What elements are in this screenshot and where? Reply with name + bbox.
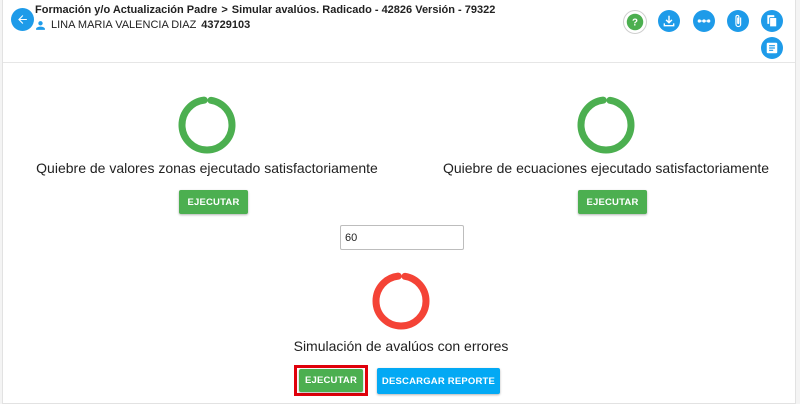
simulation-page: Formación y/o Actualización Padre > Simula…: [2, 0, 796, 404]
page-header: Formación y/o Actualización Padre > Simula…: [3, 0, 795, 63]
attach-icon: [735, 14, 742, 28]
simulacion-execute-button[interactable]: EJECUTAR: [299, 369, 363, 392]
simulacion-status-ring: [372, 272, 430, 330]
help-icon: ?: [626, 13, 644, 31]
arrow-left-icon: [18, 15, 27, 24]
user-id: 43729103: [201, 19, 251, 31]
download-button[interactable]: [658, 10, 680, 32]
more-options-button[interactable]: [693, 10, 715, 32]
list-icon: [766, 42, 778, 54]
attach-button[interactable]: [727, 10, 749, 32]
zonas-execute-button[interactable]: EJECUTAR: [179, 190, 248, 214]
download-report-button[interactable]: DESCARGAR REPORTE: [377, 368, 500, 394]
user-info: LINA MARIA VALENCIA DIAZ 43729103: [35, 19, 250, 31]
more-horizontal-icon: [697, 19, 711, 23]
person-icon: [36, 20, 45, 30]
breadcrumb: Formación y/o Actualización Padre > Simula…: [35, 4, 495, 16]
simulacion-message: Simulación de avalúos con errores: [293, 338, 509, 354]
help-button[interactable]: ?: [623, 10, 647, 34]
ecuaciones-status-ring: [577, 96, 635, 154]
svg-text:?: ?: [632, 17, 638, 28]
breadcrumb-parent[interactable]: Formación y/o Actualización Padre: [35, 4, 217, 16]
ecuaciones-message: Quiebre de ecuaciones ejecutado satisfac…: [442, 160, 770, 176]
list-button[interactable]: [761, 37, 783, 59]
zonas-message: Quiebre de valores zonas ejecutado satis…: [36, 160, 378, 176]
download-icon: [663, 15, 675, 27]
copy-button[interactable]: [761, 10, 783, 32]
iterations-input[interactable]: [340, 225, 464, 250]
breadcrumb-separator: >: [221, 4, 228, 16]
ecuaciones-execute-button[interactable]: EJECUTAR: [578, 190, 647, 214]
breadcrumb-current: Simular avalúos. Radicado - 42826 Versió…: [231, 4, 496, 16]
copy-icon: [767, 15, 778, 28]
user-name: LINA MARIA VALENCIA DIAZ: [51, 19, 197, 31]
zonas-status-ring: [178, 96, 236, 154]
back-button[interactable]: [11, 8, 34, 31]
